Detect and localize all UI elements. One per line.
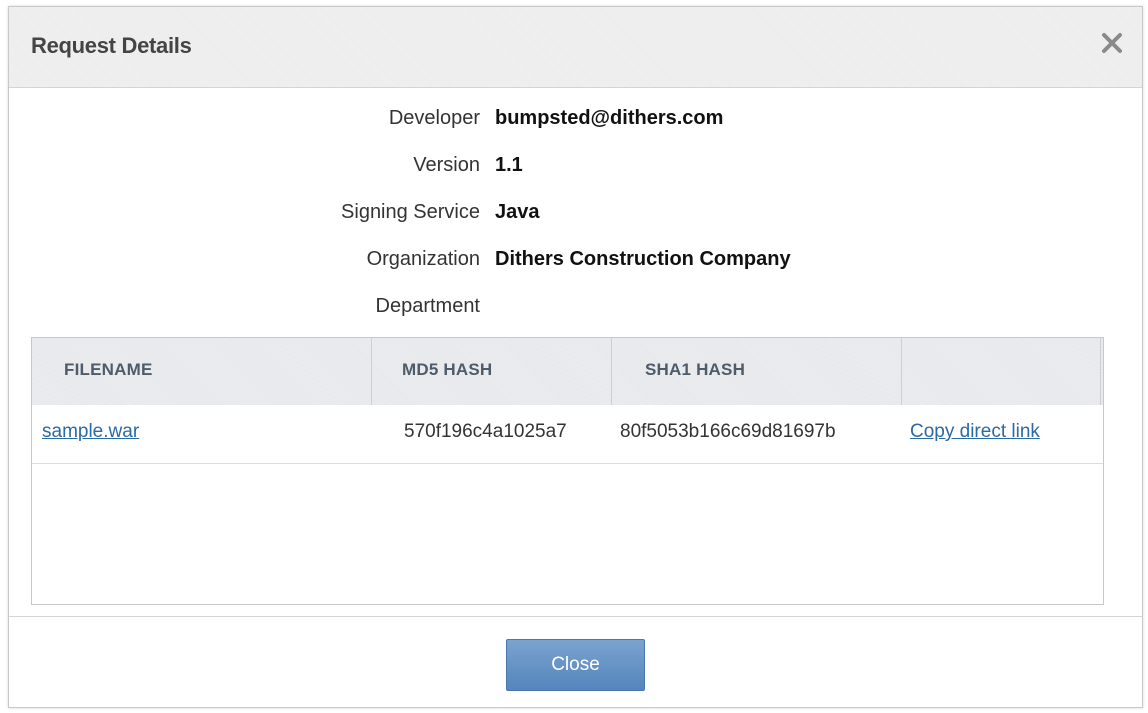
grid-header: FILENAME MD5 HASH SHA1 HASH: [32, 338, 1103, 406]
md5-value: 570f196c4a1025a7: [404, 421, 567, 442]
sha1-value: 80f5053b166c69d81697b: [620, 421, 836, 442]
dialog-title: Request Details: [31, 33, 192, 58]
column-header-md5[interactable]: MD5 HASH: [372, 338, 612, 405]
department-label: Department: [375, 295, 481, 317]
files-grid: FILENAME MD5 HASH SHA1 HASH sample.war 5…: [31, 337, 1104, 605]
sha1-cell: 80f5053b166c69d81697b: [618, 405, 908, 462]
request-details-dialog: Request Details Developer bumpsted@dithe…: [8, 6, 1143, 708]
close-button[interactable]: Close: [506, 639, 645, 691]
detail-row-version: Version 1.1: [9, 154, 1142, 184]
developer-label: Developer: [388, 107, 480, 129]
table-row[interactable]: sample.war 570f196c4a1025a7 80f5053b166c…: [32, 405, 1103, 464]
version-label: Version: [413, 154, 480, 176]
organization-label: Organization: [366, 248, 480, 270]
column-header-actions: [902, 338, 1101, 405]
filename-link[interactable]: sample.war: [42, 421, 139, 443]
detail-row-organization: Organization Dithers Construction Compan…: [9, 248, 1142, 278]
dialog-titlebar: Request Details: [9, 7, 1142, 88]
filename-cell: sample.war: [32, 405, 372, 462]
detail-row-developer: Developer bumpsted@dithers.com: [9, 107, 1142, 137]
md5-cell: 570f196c4a1025a7: [372, 405, 618, 462]
dialog-footer: Close: [9, 616, 1142, 707]
close-icon[interactable]: [1098, 29, 1126, 57]
detail-row-signing-service: Signing Service Java: [9, 201, 1142, 231]
column-header-filename[interactable]: FILENAME: [32, 338, 372, 405]
signing-service-label: Signing Service: [341, 201, 480, 223]
detail-row-department: Department: [9, 295, 1142, 325]
organization-value: Dithers Construction Company: [495, 248, 791, 270]
copy-direct-link[interactable]: Copy direct link: [910, 421, 1040, 443]
developer-value: bumpsted@dithers.com: [495, 107, 724, 129]
signing-service-value: Java: [495, 201, 540, 223]
version-value: 1.1: [495, 154, 523, 176]
action-cell: Copy direct link: [908, 405, 1103, 462]
column-header-sha1[interactable]: SHA1 HASH: [612, 338, 902, 405]
